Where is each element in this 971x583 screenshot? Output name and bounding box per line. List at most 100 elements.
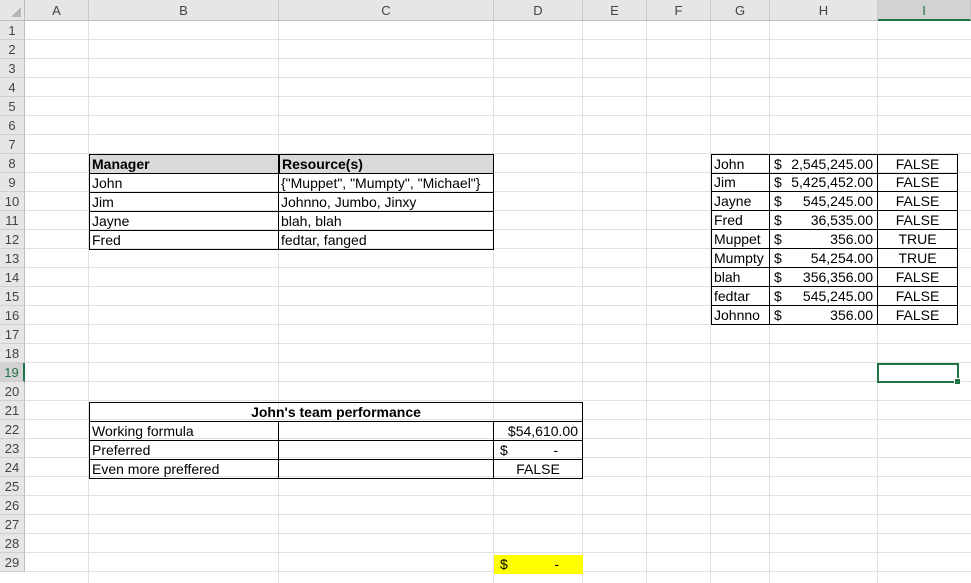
row-header-1[interactable]: 1 [0, 21, 25, 40]
lookup-flag-cell[interactable]: FALSE [878, 154, 958, 174]
lookup-amount-cell[interactable]: $54,254.00 [770, 249, 878, 268]
row-header-17[interactable]: 17 [0, 325, 25, 344]
lookup-name-cell[interactable]: Jayne [711, 192, 770, 211]
lookup-amount-cell[interactable]: $356.00 [770, 230, 878, 249]
lookup-name-cell[interactable]: Johnno [711, 306, 770, 325]
resources-cell[interactable]: blah, blah [279, 212, 494, 231]
row-header-24[interactable]: 24 [0, 458, 25, 477]
row-header-20[interactable]: 20 [0, 382, 25, 401]
performance-title[interactable]: John's team performance [89, 402, 583, 422]
lookup-flag-cell[interactable]: TRUE [878, 249, 958, 268]
lookup-flag-cell[interactable]: FALSE [878, 173, 958, 192]
manager-header[interactable]: Manager [89, 154, 279, 174]
row-header-7[interactable]: 7 [0, 135, 25, 154]
gridline [582, 21, 583, 583]
manager-cell[interactable]: Jayne [89, 212, 279, 231]
row-header-22[interactable]: 22 [0, 420, 25, 439]
lookup-flag-cell[interactable]: TRUE [878, 230, 958, 249]
select-all-button[interactable] [0, 0, 25, 21]
lookup-amount-cell[interactable]: $545,245.00 [770, 287, 878, 306]
lookup-name-cell[interactable]: Fred [711, 211, 770, 230]
performance-value-cell[interactable]: $54,610.00 [494, 422, 583, 441]
row-header-27[interactable]: 27 [0, 515, 25, 534]
column-header-b[interactable]: B [89, 0, 279, 21]
performance-label[interactable]: Working formula [89, 422, 279, 441]
row-header-29[interactable]: 29 [0, 553, 25, 572]
column-header-c[interactable]: C [279, 0, 494, 21]
lookup-name-cell[interactable]: fedtar [711, 287, 770, 306]
resources-header[interactable]: Resource(s) [279, 154, 494, 174]
gridline [25, 343, 971, 344]
row-header-28[interactable]: 28 [0, 534, 25, 553]
row-header-19[interactable]: 19 [0, 363, 25, 382]
performance-value-cell[interactable]: $ - [494, 441, 583, 460]
row-header-5[interactable]: 5 [0, 97, 25, 116]
performance-value: 54,610.00 [515, 423, 578, 439]
lookup-flag-cell[interactable]: FALSE [878, 306, 958, 325]
manager-cell[interactable]: John [89, 174, 279, 193]
column-header-e[interactable]: E [583, 0, 647, 21]
column-header-g[interactable]: G [711, 0, 770, 21]
lookup-amount-cell[interactable]: $356.00 [770, 306, 878, 325]
currency-symbol: $ [500, 556, 508, 572]
row-header-11[interactable]: 11 [0, 211, 25, 230]
currency-symbol: $ [774, 288, 782, 304]
row-header-21[interactable]: 21 [0, 401, 25, 420]
lookup-name-cell[interactable]: blah [711, 268, 770, 287]
lookup-name-cell[interactable]: Mumpty [711, 249, 770, 268]
resources-cell[interactable]: fedtar, fanged [279, 231, 494, 250]
row-header-9[interactable]: 9 [0, 173, 25, 192]
row-header-4[interactable]: 4 [0, 78, 25, 97]
lookup-name-cell[interactable]: John [711, 154, 770, 174]
performance-blank-cell[interactable] [279, 460, 494, 479]
row-header-25[interactable]: 25 [0, 477, 25, 496]
row-header-3[interactable]: 3 [0, 59, 25, 78]
lookup-flag-cell[interactable]: FALSE [878, 192, 958, 211]
row-header-26[interactable]: 26 [0, 496, 25, 515]
lookup-amount-cell[interactable]: $545,245.00 [770, 192, 878, 211]
lookup-amount-cell[interactable]: $5,425,452.00 [770, 173, 878, 192]
gridline [25, 77, 971, 78]
lookup-flag-cell[interactable]: FALSE [878, 211, 958, 230]
column-header-h[interactable]: H [770, 0, 878, 21]
lookup-name-cell[interactable]: Muppet [711, 230, 770, 249]
resources-cell[interactable]: Johnno, Jumbo, Jinxy [279, 193, 494, 212]
performance-value-cell[interactable]: FALSE [494, 460, 583, 479]
manager-cell[interactable]: Fred [89, 231, 279, 250]
performance-blank-cell[interactable] [279, 441, 494, 460]
lookup-flag-cell[interactable]: FALSE [878, 287, 958, 306]
gridline [25, 552, 971, 553]
currency-symbol: $ [774, 231, 782, 247]
row-header-8[interactable]: 8 [0, 154, 25, 173]
gridline [278, 21, 279, 583]
performance-blank-cell[interactable] [279, 422, 494, 441]
lookup-amount-cell[interactable]: $356,356.00 [770, 268, 878, 287]
lookup-amount-cell[interactable]: $2,545,245.00 [770, 154, 878, 174]
row-header-10[interactable]: 10 [0, 192, 25, 211]
row-header-13[interactable]: 13 [0, 249, 25, 268]
lookup-name-cell[interactable]: Jim [711, 173, 770, 192]
lookup-flag-cell[interactable]: FALSE [878, 268, 958, 287]
row-header-23[interactable]: 23 [0, 439, 25, 458]
manager-cell[interactable]: Jim [89, 193, 279, 212]
performance-label[interactable]: Even more preffered [89, 460, 279, 479]
currency-symbol: $ [774, 269, 782, 285]
column-header-f[interactable]: F [647, 0, 711, 21]
row-header-16[interactable]: 16 [0, 306, 25, 325]
performance-label[interactable]: Preferred [89, 441, 279, 460]
row-header-14[interactable]: 14 [0, 268, 25, 287]
column-header-i[interactable]: I [878, 0, 971, 21]
lookup-amount: 36,535.00 [810, 212, 873, 228]
highlighted-value: - [554, 556, 559, 572]
row-header-18[interactable]: 18 [0, 344, 25, 363]
row-header-12[interactable]: 12 [0, 230, 25, 249]
lookup-amount-cell[interactable]: $36,535.00 [770, 211, 878, 230]
column-header-d[interactable]: D [494, 0, 583, 21]
row-header-2[interactable]: 2 [0, 40, 25, 59]
row-header-15[interactable]: 15 [0, 287, 25, 306]
resources-cell[interactable]: {"Muppet", "Mumpty", "Michael"} [279, 174, 494, 193]
row-header-6[interactable]: 6 [0, 116, 25, 135]
highlighted-cell[interactable]: $ - [494, 555, 583, 574]
column-header-a[interactable]: A [25, 0, 89, 21]
active-cell-selection[interactable] [877, 363, 961, 385]
